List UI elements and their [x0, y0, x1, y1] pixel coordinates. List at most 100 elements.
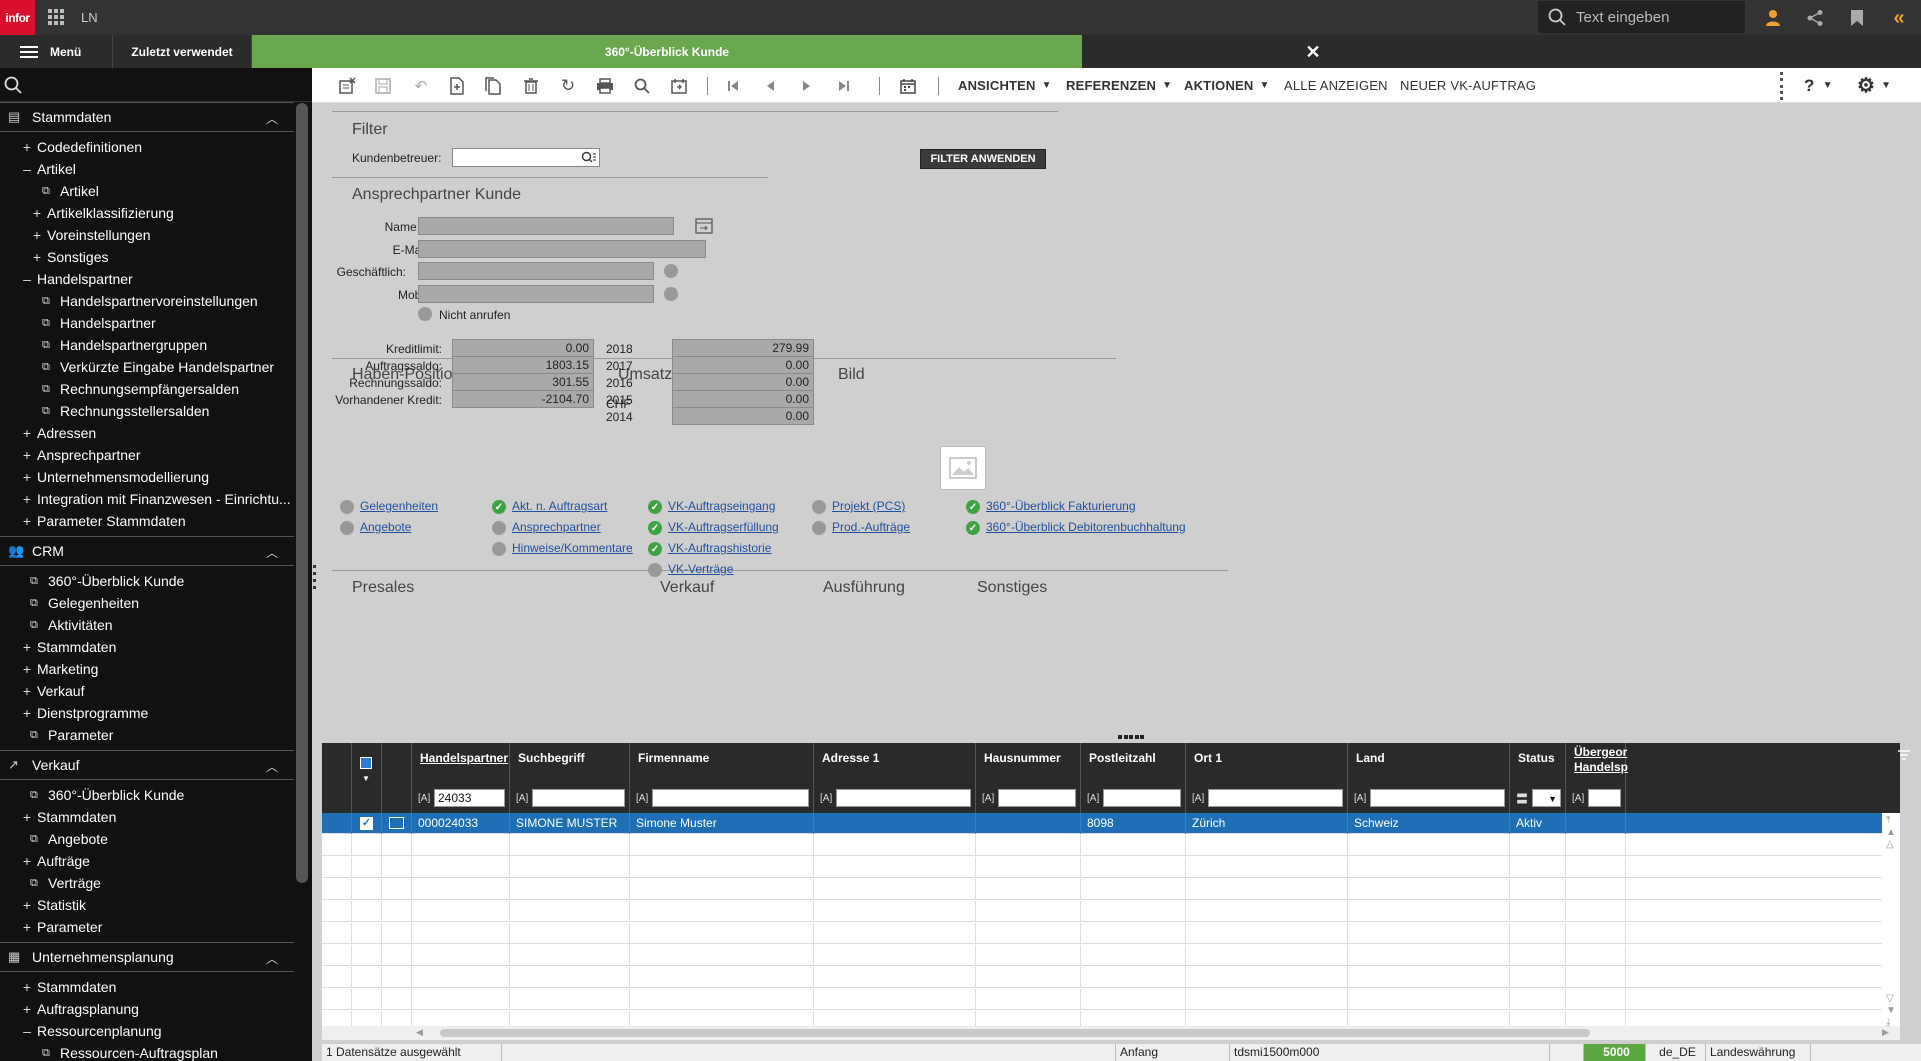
sidebar-resize-handle[interactable] — [313, 565, 317, 589]
new-clear-icon[interactable] — [336, 75, 358, 97]
save-icon[interactable] — [372, 75, 394, 97]
table-cell-firmenname[interactable] — [630, 835, 814, 856]
table-cell-status[interactable] — [1510, 879, 1566, 900]
filter-mode-flag[interactable]: [A] — [982, 793, 998, 804]
filter-mode-flag[interactable]: [A] — [820, 793, 836, 804]
sidebar-item-360-berblick-kunde[interactable]: ⧉ 360°-Überblick Kunde — [0, 570, 294, 592]
expand-icon[interactable]: + — [20, 705, 34, 721]
column-title[interactable]: Firmenname — [638, 751, 709, 765]
table-cell-ort-1[interactable] — [1186, 923, 1348, 944]
table-cell-handelspartner[interactable]: 000024033 — [412, 813, 510, 834]
link-hinweise-kommentare[interactable]: Hinweise/Kommentare — [512, 541, 633, 555]
table-cell-land[interactable] — [1348, 989, 1510, 1010]
views-menu[interactable]: ANSICHTEN ▼ — [958, 68, 1052, 103]
link-gelegenheiten[interactable]: Gelegenheiten — [360, 499, 438, 513]
table-cell-firmenname[interactable] — [630, 857, 814, 878]
table-cell-hausnummer[interactable] — [976, 835, 1081, 856]
expand-icon[interactable]: + — [30, 249, 44, 265]
table-cell-land[interactable] — [1348, 901, 1510, 922]
row-details-cell[interactable] — [382, 813, 412, 834]
caret-down-icon[interactable]: ▼ — [1548, 791, 1557, 807]
column-title[interactable]: Ort 1 — [1194, 751, 1222, 765]
sidebar-item-stammdaten[interactable]: + Stammdaten — [0, 806, 294, 828]
table-cell-hausnummer[interactable] — [976, 945, 1081, 966]
column-filter-input[interactable] — [532, 789, 625, 807]
link-prod-auftr-ge[interactable]: Prod.-Aufträge — [832, 520, 910, 534]
expand-icon[interactable]: + — [30, 227, 44, 243]
table-cell-ort-1[interactable] — [1186, 879, 1348, 900]
sidebar-item-parameter[interactable]: ⧉ Parameter — [0, 724, 294, 746]
sidebar-item-artikel[interactable]: – Artikel — [0, 158, 294, 180]
column-filter-input[interactable]: ▼ — [1532, 789, 1561, 807]
table-cell-ort-1[interactable] — [1186, 901, 1348, 922]
sidebar-item-codedefinitionen[interactable]: + Codedefinitionen — [0, 136, 294, 158]
row-checkbox-cell[interactable] — [352, 989, 382, 1010]
column-filter-input[interactable] — [1588, 789, 1621, 807]
link-ansprechpartner[interactable]: Ansprechpartner — [512, 520, 601, 534]
row-checkbox-checked[interactable]: ✓ — [360, 817, 373, 830]
table-cell-handelspartner[interactable] — [412, 923, 510, 944]
table-cell-suchbegriff[interactable] — [510, 879, 630, 900]
last-record-icon[interactable] — [833, 75, 855, 97]
expand-icon[interactable]: + — [20, 683, 34, 699]
table-cell-adresse-1[interactable] — [814, 835, 976, 856]
link-angebote[interactable]: Angebote — [360, 520, 411, 534]
next-record-icon[interactable] — [796, 75, 818, 97]
table-cell-adresse-1[interactable] — [814, 857, 976, 878]
customer-image-placeholder[interactable] — [940, 446, 986, 490]
table-cell-postleitzahl[interactable] — [1081, 901, 1186, 922]
table-cell-suchbegriff[interactable] — [510, 835, 630, 856]
table-cell-handelspartner[interactable] — [412, 901, 510, 922]
column-filter-input[interactable] — [1370, 789, 1505, 807]
sidebar-item-handelspartner[interactable]: – Handelspartner — [0, 268, 294, 290]
sidebar-item-artikel[interactable]: ⧉ Artikel — [0, 180, 294, 202]
table-cell-status[interactable]: Aktiv — [1510, 813, 1566, 834]
link-vk-auftragserf-llung[interactable]: VK-Auftragserfüllung — [668, 520, 779, 534]
sidebar-item-dienstprogramme[interactable]: + Dienstprogramme — [0, 702, 294, 724]
sidebar-item-vertr-ge[interactable]: ⧉ Verträge — [0, 872, 294, 894]
table-cell-adresse-1[interactable] — [814, 879, 976, 900]
column-title[interactable]: Adresse 1 — [822, 751, 879, 765]
table-cell-adresse-1[interactable] — [814, 813, 976, 834]
expand-icon[interactable]: + — [20, 469, 34, 485]
table-cell-status[interactable] — [1510, 923, 1566, 944]
table-cell-ort-1[interactable] — [1186, 835, 1348, 856]
close-tab-icon[interactable]: ✕ — [1302, 41, 1324, 63]
table-cell-firmenname[interactable] — [630, 967, 814, 988]
caret-down-icon[interactable]: ▼ — [362, 774, 370, 783]
filter-mode-flag[interactable]: [A] — [418, 793, 434, 804]
table-cell-suchbegriff[interactable] — [510, 989, 630, 1010]
expand-icon[interactable]: + — [20, 919, 34, 935]
expand-icon[interactable]: + — [20, 853, 34, 869]
column-title[interactable]: Hausnummer — [984, 751, 1061, 765]
company-number[interactable]: 5000 — [1584, 1044, 1646, 1061]
column-filter-input[interactable] — [836, 789, 971, 807]
column-header-ort-1[interactable]: Ort 1 [A] — [1186, 743, 1348, 813]
table-cell-postleitzahl[interactable]: 8098 — [1081, 813, 1186, 834]
previous-record-icon[interactable] — [759, 75, 781, 97]
sidebar-item-voreinstellungen[interactable]: + Voreinstellungen — [0, 224, 294, 246]
undo-icon[interactable]: ↶ — [410, 75, 432, 97]
filter-mode-flag[interactable]: [A] — [1354, 793, 1370, 804]
show-all-button[interactable]: ALLE ANZEIGEN — [1284, 68, 1388, 103]
table-cell-adresse-1[interactable] — [814, 967, 976, 988]
table-cell-postleitzahl[interactable] — [1081, 857, 1186, 878]
row-checkbox-cell[interactable] — [352, 835, 382, 856]
column-filter-input[interactable] — [652, 789, 809, 807]
expand-icon[interactable]: + — [20, 897, 34, 913]
sidebar-item-adressen[interactable]: + Adressen — [0, 422, 294, 444]
table-cell-land[interactable] — [1348, 967, 1510, 988]
column-filter-input[interactable] — [1208, 789, 1343, 807]
sidebar-item-stammdaten[interactable]: + Stammdaten — [0, 636, 294, 658]
row-details-cell[interactable] — [382, 879, 412, 900]
new-sales-order-button[interactable]: NEUER VK-AUFTRAG — [1400, 68, 1536, 103]
column-header-handelspartner[interactable]: Handelspartner [A] 24033 — [412, 743, 510, 813]
table-cell-ort-1[interactable] — [1186, 857, 1348, 878]
row-details-cell[interactable] — [382, 945, 412, 966]
sidebar-item-ansprechpartner[interactable]: + Ansprechpartner — [0, 444, 294, 466]
filter-mode-flag[interactable]: [A] — [1572, 793, 1588, 804]
refresh-icon[interactable]: ↻ — [557, 75, 579, 97]
chevron-up-icon[interactable]: ︿ — [266, 758, 278, 775]
table-cell-status[interactable] — [1510, 901, 1566, 922]
table-cell-hausnummer[interactable] — [976, 879, 1081, 900]
